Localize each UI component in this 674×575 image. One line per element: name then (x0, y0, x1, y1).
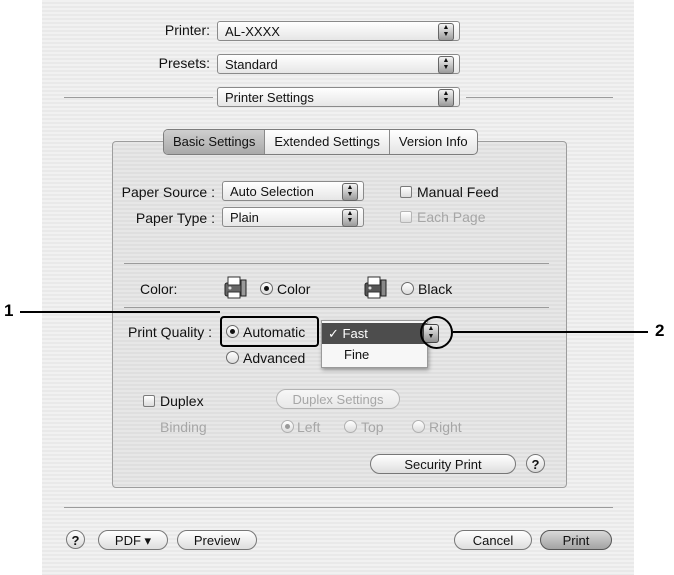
checkmark-icon: ✓ (328, 326, 339, 341)
each-page-label: Each Page (417, 209, 486, 225)
print-quality-label: Print Quality : (128, 324, 213, 340)
popup-arrows-icon: ▲ ▼ (342, 183, 358, 201)
pane-value: Printer Settings (225, 90, 314, 105)
duplex-settings-button[interactable]: Duplex Settings (276, 389, 400, 409)
paper-type-popup[interactable]: Plain ▲ ▼ (222, 207, 364, 227)
printer-popup[interactable]: AL-XXXX ▲ ▼ (217, 21, 460, 41)
cancel-button[interactable]: Cancel (454, 530, 532, 550)
quality-menu: ✓ Fast Fine (321, 320, 428, 368)
menu-item-fine[interactable]: Fine (322, 344, 427, 365)
binding-top-radio[interactable] (344, 420, 357, 433)
color-radio[interactable] (260, 282, 273, 295)
each-page-checkbox[interactable] (400, 211, 412, 223)
menu-item-fast[interactable]: ✓ Fast (322, 323, 427, 344)
color-printer-icon (224, 276, 247, 299)
presets-value: Standard (225, 57, 278, 72)
black-option-label: Black (418, 281, 453, 297)
callout-1-number: 1 (4, 301, 14, 320)
printer-label: Printer: (164, 22, 210, 38)
printer-value: AL-XXXX (225, 24, 280, 39)
pane-separator-left (64, 97, 213, 98)
duplex-label: Duplex (160, 393, 204, 409)
callout-2-line (453, 331, 648, 333)
binding-top-label: Top (361, 419, 384, 435)
callout-1-line (20, 311, 220, 313)
duplex-checkbox[interactable] (143, 395, 155, 407)
presets-popup[interactable]: Standard ▲ ▼ (217, 54, 460, 74)
binding-left-label: Left (297, 419, 321, 435)
manual-feed-label: Manual Feed (417, 184, 499, 200)
pane-separator-right (466, 97, 613, 98)
paper-source-popup[interactable]: Auto Selection ▲ ▼ (222, 181, 364, 201)
paper-type-label: Paper Type : (135, 210, 215, 226)
pane-popup[interactable]: Printer Settings ▲ ▼ (217, 87, 460, 107)
dialog-help-icon[interactable]: ? (66, 530, 85, 549)
paper-type-value: Plain (230, 210, 259, 225)
color-separator-bottom (124, 307, 549, 308)
binding-right-label: Right (429, 419, 462, 435)
advanced-radio[interactable] (226, 351, 239, 364)
color-separator-top (124, 263, 549, 264)
callout-1-box (220, 316, 319, 347)
popup-arrows-icon: ▲ ▼ (342, 209, 358, 227)
advanced-label: Advanced (243, 350, 306, 366)
color-option-label: Color (277, 281, 311, 297)
callout-2-number: 2 (655, 321, 665, 340)
bottom-separator (64, 507, 613, 508)
presets-label: Presets: (158, 55, 210, 71)
black-printer-icon (364, 276, 387, 299)
manual-feed-checkbox[interactable] (400, 186, 412, 198)
popup-arrows-icon: ▲ ▼ (438, 56, 454, 74)
black-radio[interactable] (401, 282, 414, 295)
tab-version-info[interactable]: Version Info (388, 130, 477, 154)
binding-label: Binding (160, 419, 207, 435)
paper-source-label: Paper Source : (121, 184, 215, 200)
help-icon[interactable]: ? (526, 454, 545, 473)
tab-extended-settings[interactable]: Extended Settings (264, 130, 389, 154)
color-label: Color: (140, 281, 178, 297)
preview-button[interactable]: Preview (177, 530, 257, 550)
popup-arrows-icon: ▲ ▼ (438, 89, 454, 107)
paper-source-value: Auto Selection (230, 184, 314, 199)
security-print-button[interactable]: Security Print (370, 454, 516, 474)
binding-left-radio[interactable] (281, 420, 294, 433)
tab-bar: Basic Settings Extended Settings Version… (163, 129, 478, 155)
callout-2-circle (420, 316, 453, 349)
pdf-button[interactable]: PDF ▾ (98, 530, 168, 550)
print-button[interactable]: Print (540, 530, 612, 550)
tab-basic-settings[interactable]: Basic Settings (164, 130, 265, 154)
popup-arrows-icon: ▲ ▼ (438, 23, 454, 41)
binding-right-radio[interactable] (412, 420, 425, 433)
